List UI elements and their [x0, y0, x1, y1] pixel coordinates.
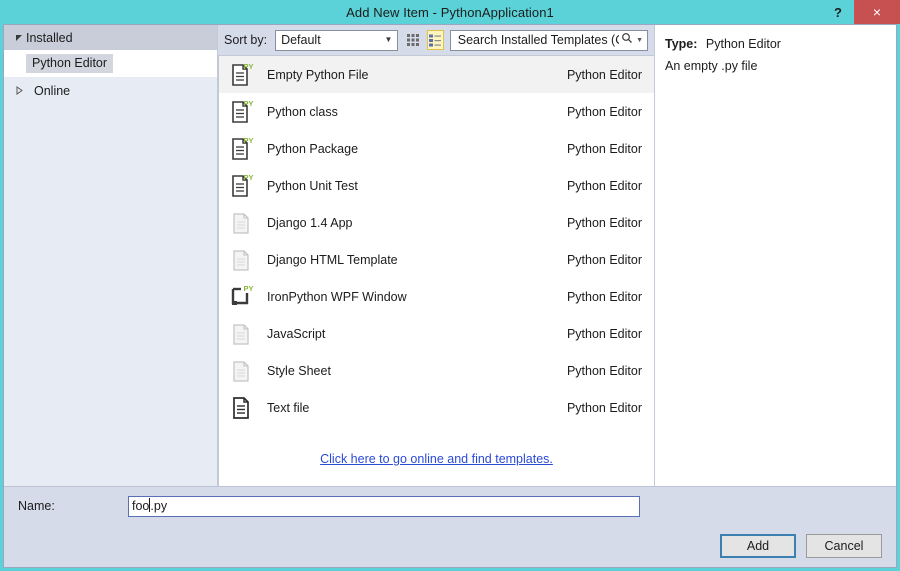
template-item-origin: Python Editor — [566, 215, 642, 230]
blank-file-icon — [229, 245, 255, 275]
blank-file-icon — [229, 319, 255, 349]
python-file-icon: PY — [229, 171, 255, 201]
template-item-origin: Python Editor — [566, 363, 642, 378]
template-item-origin: Python Editor — [566, 289, 642, 304]
template-list-item[interactable]: PY IronPython WPF Window Python Editor — [219, 278, 654, 315]
window-title: Add New Item - PythonApplication1 — [346, 4, 554, 20]
wpf-window-icon: PY — [229, 282, 255, 312]
templates-list-panel: PY Empty Python File Python Editor PY Python… — [218, 55, 654, 486]
template-item-origin: Python Editor — [566, 252, 642, 267]
template-item-origin: Python Editor — [566, 326, 642, 341]
blank-file-icon — [229, 356, 255, 386]
template-item-origin: Python Editor — [566, 141, 642, 156]
sidebar-item-installed-label: Installed — [26, 30, 73, 45]
template-type-value: Python Editor — [705, 37, 781, 51]
triangle-down-icon — [12, 34, 26, 42]
svg-text:PY: PY — [244, 173, 254, 182]
chevron-down-icon[interactable]: ▼ — [636, 37, 643, 44]
template-item-origin: Python Editor — [566, 67, 642, 82]
python-file-icon: PY — [229, 60, 255, 90]
triangle-right-icon — [12, 86, 26, 95]
grid-view-icon[interactable] — [404, 30, 421, 50]
template-item-name: Style Sheet — [267, 363, 331, 378]
python-file-icon: PY — [229, 134, 255, 164]
help-icon[interactable]: ? — [822, 0, 854, 24]
name-input-value-after: .py — [150, 499, 168, 513]
templates-center-column: Sort by: Default ▼ Search Installed Temp… — [218, 25, 654, 486]
sidebar-item-installed[interactable]: Installed — [4, 25, 217, 50]
template-item-name: Django 1.4 App — [267, 215, 353, 230]
blank-file-icon — [229, 208, 255, 238]
list-view-icon[interactable] — [426, 30, 444, 50]
dialog-footer: Name: foo .py Add Cancel — [4, 486, 896, 567]
template-item-name: JavaScript — [267, 326, 326, 341]
close-icon[interactable]: × — [854, 0, 900, 24]
template-item-origin: Python Editor — [566, 178, 642, 193]
template-item-name: Python Unit Test — [267, 178, 358, 193]
template-list-item[interactable]: JavaScript Python Editor — [219, 315, 654, 352]
template-list-item[interactable]: Django HTML Template Python Editor — [219, 241, 654, 278]
name-input-value-before: foo — [132, 499, 150, 513]
search-input[interactable] — [455, 32, 622, 48]
sort-by-value: Default — [281, 33, 321, 47]
template-item-name: Python Package — [267, 141, 359, 156]
template-list-item[interactable]: Text file Python Editor — [219, 389, 654, 426]
cancel-button[interactable]: Cancel — [806, 534, 882, 558]
sidebar-item-online[interactable]: Online — [4, 77, 217, 104]
svg-text:PY: PY — [244, 284, 254, 293]
title-bar: Add New Item - PythonApplication1 ? × — [0, 0, 900, 24]
template-description: An empty .py file — [665, 59, 758, 73]
sort-by-dropdown[interactable]: Default ▼ — [275, 29, 399, 51]
template-item-name: Text file — [267, 400, 310, 415]
template-list-item[interactable]: Style Sheet Python Editor — [219, 352, 654, 389]
find-templates-online-link[interactable]: Click here to go online and find templat… — [320, 452, 553, 466]
template-item-origin: Python Editor — [566, 400, 642, 415]
svg-text:PY: PY — [244, 99, 254, 108]
name-input[interactable]: foo .py — [128, 495, 640, 517]
window-controls: ? × — [822, 0, 900, 24]
sort-by-label: Sort by: — [224, 33, 268, 47]
name-row: Name: foo .py — [4, 487, 896, 525]
templates-list-footer: Click here to go online and find templat… — [219, 436, 654, 486]
templates-toolbar: Sort by: Default ▼ Search Installed Temp… — [218, 25, 654, 55]
svg-text:PY: PY — [244, 136, 254, 145]
template-item-name: IronPython WPF Window — [267, 289, 407, 304]
templates-list[interactable]: PY Empty Python File Python Editor PY Python… — [219, 56, 654, 436]
svg-text:PY: PY — [244, 62, 254, 71]
text-cursor — [149, 498, 151, 512]
name-label: Name: — [18, 499, 55, 513]
template-list-item[interactable]: Django 1.4 App Python Editor — [219, 204, 654, 241]
python-file-icon: PY — [229, 97, 255, 127]
dialog-frame: Installed Python Editor Online Sort by: — [3, 24, 897, 568]
template-list-item[interactable]: PY Python Package Python Editor — [219, 130, 654, 167]
template-item-name: Empty Python File — [267, 67, 369, 82]
template-type-line: Type: Python Editor — [665, 37, 886, 51]
template-item-name: Python class — [267, 104, 338, 119]
chevron-down-icon: ▼ — [384, 35, 393, 44]
sidebar-item-python-editor-label: Python Editor — [26, 54, 114, 73]
search-box[interactable]: ▼ — [449, 29, 648, 51]
dialog-body: Installed Python Editor Online Sort by: — [4, 25, 896, 486]
template-item-name: Django HTML Template — [267, 252, 398, 267]
sidebar-item-online-label: Online — [34, 83, 71, 98]
template-item-origin: Python Editor — [566, 104, 642, 119]
text-file-icon — [229, 393, 255, 423]
search-icon — [621, 31, 633, 49]
dialog-buttons: Add Cancel — [4, 525, 896, 567]
template-list-item[interactable]: PY Python Unit Test Python Editor — [219, 167, 654, 204]
add-new-item-dialog: Add New Item - PythonApplication1 ? × In… — [0, 0, 900, 571]
add-button[interactable]: Add — [720, 534, 796, 558]
template-list-item[interactable]: PY Empty Python File Python Editor — [219, 56, 654, 93]
templates-tree-sidebar: Installed Python Editor Online — [4, 25, 218, 486]
sidebar-item-python-editor[interactable]: Python Editor — [4, 50, 217, 77]
template-list-item[interactable]: PY Python class Python Editor — [219, 93, 654, 130]
template-details-panel: Type: Python Editor An empty .py file — [654, 25, 896, 486]
template-type-label: Type: — [665, 37, 698, 51]
